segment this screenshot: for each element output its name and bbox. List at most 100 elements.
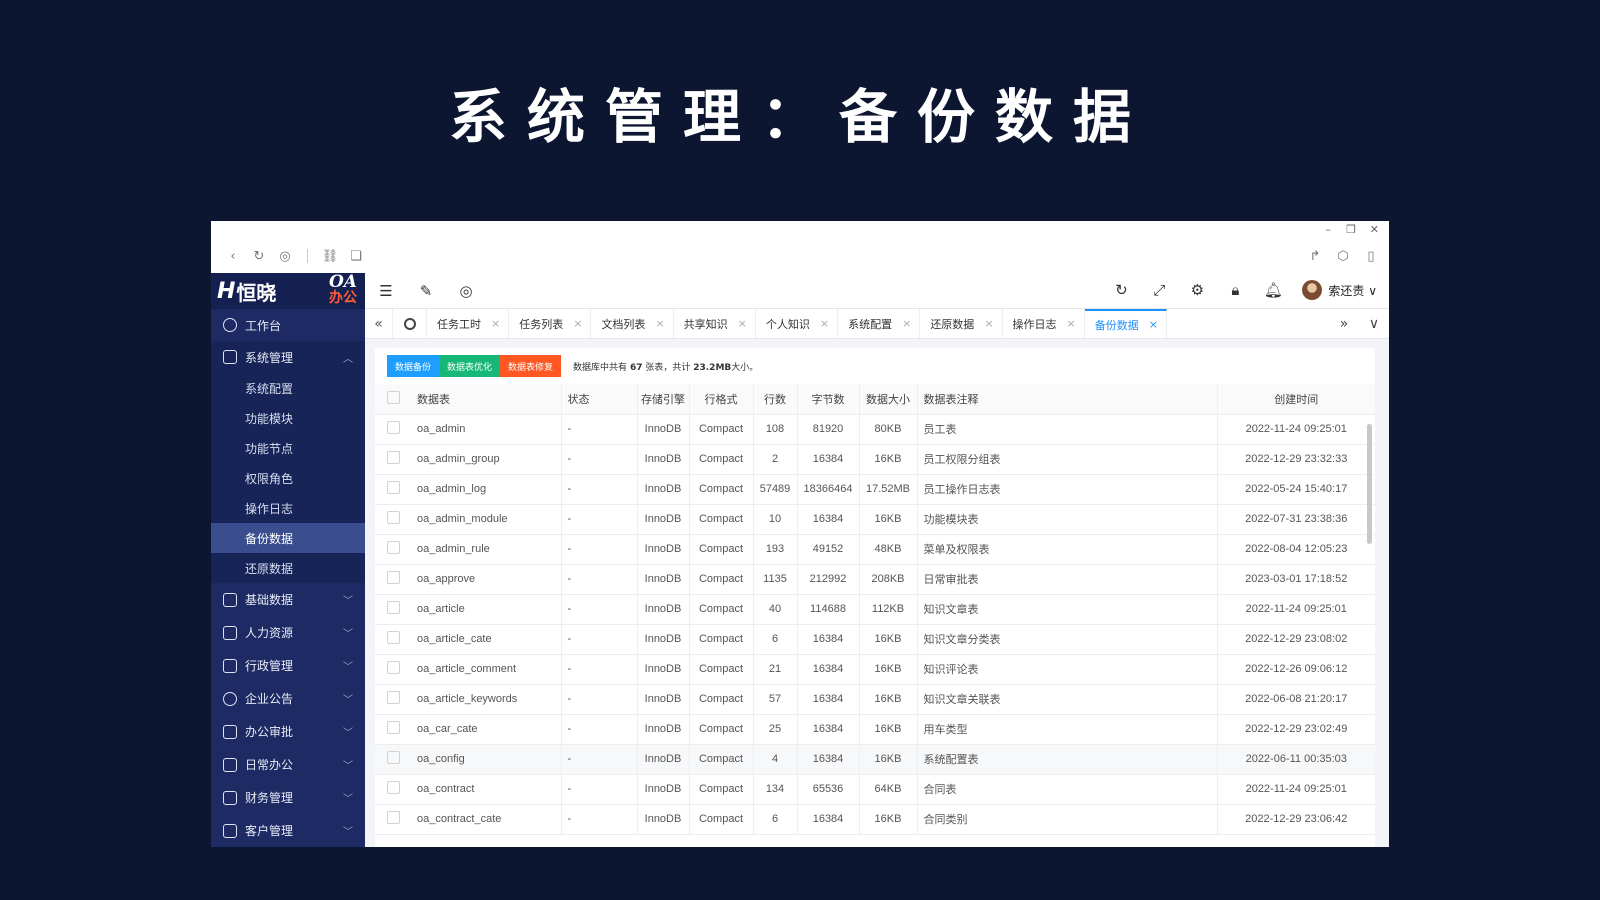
table-row[interactable]: oa_admin_log - InnoDB Compact 57489 18366464 1… xyxy=(375,474,1375,505)
row-checkbox[interactable] xyxy=(375,714,411,745)
row-checkbox[interactable] xyxy=(375,444,411,475)
table-row[interactable]: oa_admin_rule - InnoDB Compact 193 49152 48KB 菜… xyxy=(375,534,1375,565)
sidebar-item-finance[interactable]: 财务管理 ﹀ xyxy=(211,781,365,814)
close-tab-icon[interactable]: × xyxy=(984,317,993,330)
repair-button[interactable]: 数据表修复 xyxy=(500,355,562,377)
close-tab-icon[interactable]: × xyxy=(655,317,664,330)
sidebar-item-notice[interactable]: 企业公告 ﹀ xyxy=(211,682,365,715)
tab-restore-data[interactable]: 还原数据 × xyxy=(920,309,1003,338)
sidebar-subitem-logs[interactable]: 操作日志 xyxy=(211,493,365,523)
tab-task-hours[interactable]: 任务工时 × xyxy=(427,309,510,338)
table-row[interactable]: oa_admin_module - InnoDB Compact 10 16384 16KB… xyxy=(375,504,1375,535)
row-checkbox[interactable] xyxy=(375,684,411,715)
tab-scroll-left-icon[interactable]: « xyxy=(365,309,393,338)
sidebar-subitem-modules[interactable]: 功能模块 xyxy=(211,403,365,433)
brush-icon[interactable]: ✎ xyxy=(417,282,435,300)
sidebar-item-daily[interactable]: 日常办公 ﹀ xyxy=(211,748,365,781)
table-row[interactable]: oa_article - InnoDB Compact 40 114688 112KB 知识文… xyxy=(375,594,1375,625)
back-icon[interactable]: ‹ xyxy=(225,248,241,264)
col-engine[interactable]: 存储引擎 xyxy=(636,384,689,415)
tab-doc-list[interactable]: 文档列表 × xyxy=(591,309,674,338)
fullscreen-icon[interactable]: ⤢ xyxy=(1150,281,1168,299)
row-checkbox[interactable] xyxy=(375,624,411,655)
tab-backup-data[interactable]: 备份数据 × xyxy=(1084,309,1167,338)
close-tab-icon[interactable]: × xyxy=(1067,317,1076,330)
col-created[interactable]: 创建时间 xyxy=(1216,384,1375,415)
row-checkbox[interactable] xyxy=(375,594,411,625)
close-tab-icon[interactable]: × xyxy=(902,317,911,330)
row-checkbox[interactable] xyxy=(375,774,411,805)
sidebar-item-workbench[interactable]: 工作台 xyxy=(211,309,365,341)
avatar[interactable] xyxy=(1302,280,1323,300)
table-row[interactable]: oa_admin - InnoDB Compact 108 81920 80KB 员工表 202… xyxy=(375,414,1375,445)
close-tab-icon[interactable]: × xyxy=(491,317,500,330)
sidebar-item-customer[interactable]: 客户管理 ﹀ xyxy=(211,814,365,847)
sidebar-item-hr[interactable]: 人力资源 ﹀ xyxy=(211,616,365,649)
cube-icon[interactable]: ⬡ xyxy=(1335,248,1351,264)
close-tab-icon[interactable]: × xyxy=(820,317,829,330)
tab-shared-knowledge[interactable]: 共享知识 × xyxy=(674,309,756,338)
sidebar-subitem-restore[interactable]: 还原数据 xyxy=(211,553,365,583)
table-row[interactable]: oa_admin_group - InnoDB Compact 2 16384 16KB 员工… xyxy=(375,444,1375,475)
col-data-size[interactable]: 数据大小 xyxy=(858,384,917,415)
tab-home[interactable] xyxy=(393,309,427,338)
row-checkbox[interactable] xyxy=(375,744,411,775)
table-row[interactable]: oa_article_cate - InnoDB Compact 6 16384 16KB 知… xyxy=(375,624,1375,655)
optimize-button[interactable]: 数据表优化 xyxy=(439,355,501,377)
tab-scroll-right-icon[interactable]: » xyxy=(1329,309,1359,339)
col-row-format[interactable]: 行格式 xyxy=(688,384,753,415)
sidebar-item-basic-data[interactable]: 基础数据 ﹀ xyxy=(211,583,365,616)
sidebar-item-system[interactable]: 系统管理 ︿ xyxy=(211,341,365,373)
close-tab-icon[interactable]: × xyxy=(738,317,747,330)
col-status[interactable]: 状态 xyxy=(560,384,637,415)
table-row[interactable]: oa_article_keywords - InnoDB Compact 57 16384… xyxy=(375,684,1375,715)
table-row[interactable]: oa_contract - InnoDB Compact 134 65536 64KB 合同表… xyxy=(375,774,1375,805)
row-checkbox[interactable] xyxy=(375,504,411,535)
col-rows[interactable]: 行数 xyxy=(752,384,797,415)
col-table[interactable]: 数据表 xyxy=(411,384,561,415)
row-checkbox[interactable] xyxy=(375,474,411,505)
row-checkbox[interactable] xyxy=(375,414,411,445)
user-name[interactable]: 索还责 ∨ xyxy=(1328,282,1377,299)
device-icon[interactable]: ▯ xyxy=(1363,248,1379,264)
row-checkbox[interactable] xyxy=(375,564,411,595)
row-checkbox[interactable] xyxy=(375,534,411,565)
backup-button[interactable]: 数据备份 xyxy=(387,355,440,377)
copy-window-icon[interactable]: ❏ xyxy=(348,248,364,264)
sidebar-item-approval[interactable]: 办公审批 ﹀ xyxy=(211,715,365,748)
bell-icon[interactable]: 🔔︎ xyxy=(1264,281,1283,299)
brand-logo[interactable]: H 恒晓 OA 办公 xyxy=(211,273,365,309)
table-row[interactable]: oa_contract_cate - InnoDB Compact 6 16384 16KB… xyxy=(375,804,1375,835)
sidebar-subitem-roles[interactable]: 权限角色 xyxy=(211,463,365,493)
lock-icon[interactable]: 🔒︎ xyxy=(1226,281,1244,299)
sidebar-item-admin[interactable]: 行政管理 ﹀ xyxy=(211,649,365,682)
minimize-button[interactable]: – xyxy=(1326,223,1332,236)
scrollbar-thumb[interactable] xyxy=(1367,424,1372,544)
row-checkbox[interactable] xyxy=(375,654,411,685)
menu-toggle-icon[interactable]: ☰ xyxy=(377,282,395,300)
sidebar-subitem-backup[interactable]: 备份数据 xyxy=(211,523,365,553)
col-bytes[interactable]: 字节数 xyxy=(796,384,859,415)
close-tab-icon[interactable]: × xyxy=(573,317,582,330)
restore-button[interactable]: ❐ xyxy=(1346,223,1356,236)
table-row[interactable]: oa_car_cate - InnoDB Compact 25 16384 16KB 用车类型… xyxy=(375,714,1375,745)
select-all-checkbox[interactable] xyxy=(375,384,411,415)
table-row[interactable]: oa_approve - InnoDB Compact 1135 212992 208KB 日… xyxy=(375,564,1375,595)
tab-task-list[interactable]: 任务列表 × xyxy=(509,309,592,338)
link-icon[interactable]: ⛓ xyxy=(322,248,339,264)
tab-personal-knowledge[interactable]: 个人知识 × xyxy=(756,309,839,338)
table-row[interactable]: oa_article_comment - InnoDB Compact 21 16384 1… xyxy=(375,654,1375,685)
settings-icon[interactable]: ⚙ xyxy=(1188,281,1206,299)
sidebar-subitem-nodes[interactable]: 功能节点 xyxy=(211,433,365,463)
tab-system-config[interactable]: 系统配置 × xyxy=(838,309,921,338)
globe-icon[interactable]: ◎ xyxy=(277,248,293,264)
row-checkbox[interactable] xyxy=(375,804,411,835)
refresh-icon[interactable]: ↻ xyxy=(1112,281,1130,299)
share-icon[interactable]: ↱ xyxy=(1307,248,1323,264)
reload-icon[interactable]: ↻ xyxy=(251,248,267,264)
close-tab-icon[interactable]: × xyxy=(1149,318,1158,331)
sidebar-subitem-config[interactable]: 系统配置 xyxy=(211,373,365,403)
table-row[interactable]: oa_config - InnoDB Compact 4 16384 16KB 系统配置表 20… xyxy=(375,744,1375,775)
tab-operation-log[interactable]: 操作日志 × xyxy=(1003,309,1085,338)
globe-icon[interactable]: ◎ xyxy=(457,282,475,300)
